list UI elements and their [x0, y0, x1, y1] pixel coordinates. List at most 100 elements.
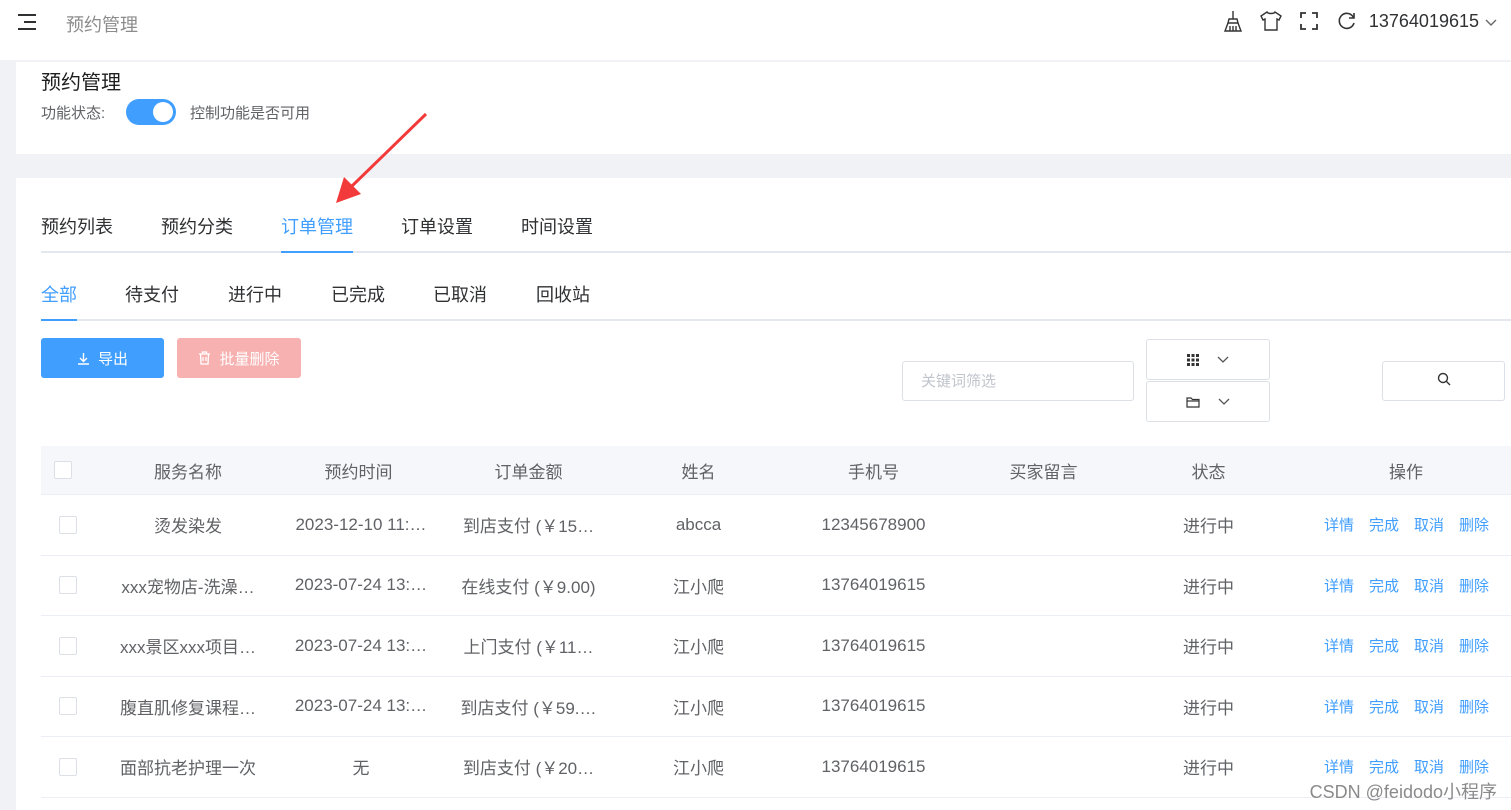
folder-dropdown[interactable]: [1146, 381, 1270, 422]
switch-knob: [153, 102, 173, 122]
customer-name: 江小爬: [673, 577, 724, 597]
fullscreen-icon[interactable]: [1297, 9, 1321, 33]
tab-pending-payment[interactable]: 待支付: [125, 282, 179, 321]
row-checkbox[interactable]: [59, 515, 77, 534]
select-all-checkbox[interactable]: [54, 461, 72, 479]
row-checkbox[interactable]: [59, 576, 77, 595]
detail-link[interactable]: 详情: [1324, 756, 1354, 777]
status-tabs: 全部 待支付 进行中 已完成 已取消 回收站: [41, 282, 1511, 321]
switch-description: 控制功能是否可用: [190, 105, 311, 122]
tab-appointment-list[interactable]: 预约列表: [41, 214, 113, 253]
appointment-time: 2023-12-10 11:…: [295, 514, 427, 534]
detail-link[interactable]: 详情: [1324, 696, 1354, 717]
service-name: 面部抗老护理一次: [120, 759, 256, 779]
column-header: 姓名: [681, 462, 716, 482]
appointment-time: 无: [352, 759, 370, 779]
detail-link[interactable]: 详情: [1324, 635, 1354, 656]
column-header: 预约时间: [324, 462, 393, 482]
table-row: 烫发染发 2023-12-10 11:… 到店支付 (￥15… abcca 12…: [41, 495, 1511, 556]
tab-all[interactable]: 全部: [41, 282, 77, 321]
top-icons: 13764019615: [1207, 9, 1497, 33]
user-menu[interactable]: 13764019615: [1369, 11, 1497, 32]
main-card: 预约列表 预约分类 订单管理 订单设置 时间设置 全部 待支付 进行中 已完成 …: [16, 178, 1511, 810]
cancel-link[interactable]: 取消: [1414, 635, 1444, 656]
phone-number: 13764019615: [821, 575, 926, 595]
column-header: 服务名称: [154, 462, 222, 482]
cancel-link[interactable]: 取消: [1414, 696, 1444, 717]
broom-icon[interactable]: [1221, 9, 1245, 33]
order-amount: 到店支付 (￥59.…: [460, 698, 597, 718]
batch-delete-label: 批量删除: [219, 350, 280, 368]
row-checkbox[interactable]: [59, 697, 77, 716]
row-actions: 详情 完成 取消 删除: [1324, 616, 1511, 676]
export-button[interactable]: 导出: [41, 338, 164, 378]
complete-link[interactable]: 完成: [1369, 635, 1399, 656]
row-checkbox[interactable]: [59, 636, 77, 655]
customer-name: 江小爬: [673, 759, 724, 779]
cancel-link[interactable]: 取消: [1414, 514, 1444, 535]
appointment-time: 2023-07-24 13:…: [294, 696, 428, 716]
column-header: 状态: [1191, 462, 1226, 482]
watermark: CSDN @feidodo小程序: [1309, 782, 1497, 802]
top-bar: 预约管理 13764019615: [0, 0, 1511, 60]
cancel-link[interactable]: 取消: [1414, 575, 1444, 596]
order-amount: 在线支付 (￥9.00): [461, 577, 596, 597]
delete-link[interactable]: 删除: [1459, 514, 1489, 535]
table-row: xxx景区xxx项目… 2023-07-24 13:… 上门支付 (￥11… 江…: [41, 616, 1511, 677]
table-row: 面部抗老护理一次 无 到店支付 (￥20… 江小爬 13764019615 进行…: [41, 737, 1511, 798]
chevron-down-icon: [1218, 398, 1230, 406]
breadcrumb[interactable]: 预约管理: [66, 11, 138, 37]
delete-link[interactable]: 删除: [1459, 696, 1489, 717]
download-icon: [77, 352, 90, 365]
complete-link[interactable]: 完成: [1369, 756, 1399, 777]
orders-table: 服务名称 预约时间 订单金额 姓名 手机号 买家留言 状态 操作 烫发染发 20…: [41, 446, 1511, 798]
tab-cancelled[interactable]: 已取消: [433, 282, 487, 321]
service-name: xxx景区xxx项目…: [120, 638, 256, 658]
row-actions: 详情 完成 取消 删除: [1324, 677, 1511, 737]
page-header-card: 预约管理 功能状态: 控制功能是否可用: [16, 62, 1511, 154]
order-amount: 到店支付 (￥20…: [462, 759, 595, 779]
tab-in-progress[interactable]: 进行中: [228, 282, 282, 321]
menu-toggle-icon[interactable]: [18, 12, 40, 32]
service-name: 腹直肌修复课程…: [120, 698, 256, 718]
service-name: 烫发染发: [154, 517, 222, 537]
tab-time-settings[interactable]: 时间设置: [521, 214, 593, 253]
tab-appointment-category[interactable]: 预约分类: [161, 214, 233, 253]
folder-icon: [1186, 396, 1200, 408]
order-status: 进行中: [1183, 698, 1234, 718]
complete-link[interactable]: 完成: [1369, 514, 1399, 535]
detail-link[interactable]: 详情: [1324, 514, 1354, 535]
delete-link[interactable]: 删除: [1459, 575, 1489, 596]
refresh-icon[interactable]: [1335, 9, 1359, 33]
delete-link[interactable]: 删除: [1459, 635, 1489, 656]
appointment-time: 2023-07-24 13:…: [294, 635, 428, 655]
batch-delete-button[interactable]: 批量删除: [177, 338, 301, 378]
row-checkbox[interactable]: [59, 757, 77, 776]
column-header: 操作: [1389, 462, 1423, 482]
tab-recycle-bin[interactable]: 回收站: [536, 282, 590, 321]
detail-link[interactable]: 详情: [1324, 575, 1354, 596]
phone-number: 13764019615: [821, 756, 926, 776]
keyword-filter-input[interactable]: [902, 361, 1134, 401]
row-actions: 详情 完成 取消 删除: [1324, 495, 1511, 555]
order-status: 进行中: [1183, 638, 1234, 658]
tab-completed[interactable]: 已完成: [331, 282, 385, 321]
complete-link[interactable]: 完成: [1369, 575, 1399, 596]
function-status-label: 功能状态:: [41, 105, 106, 122]
order-amount: 到店支付 (￥15…: [462, 517, 595, 537]
delete-link[interactable]: 删除: [1459, 756, 1489, 777]
main-tabs: 预约列表 预约分类 订单管理 订单设置 时间设置: [41, 214, 1511, 253]
tab-order-management[interactable]: 订单管理: [281, 214, 353, 253]
complete-link[interactable]: 完成: [1369, 696, 1399, 717]
column-layout-dropdown[interactable]: [1146, 339, 1270, 380]
search-button[interactable]: [1382, 361, 1505, 401]
tab-order-settings[interactable]: 订单设置: [401, 214, 473, 253]
user-phone: 13764019615: [1368, 10, 1479, 31]
order-amount: 上门支付 (￥11…: [463, 638, 594, 658]
grid-icon: [1187, 353, 1199, 366]
order-status: 进行中: [1183, 759, 1234, 779]
customer-name: abcca: [675, 514, 722, 534]
cancel-link[interactable]: 取消: [1414, 756, 1444, 777]
function-status-switch[interactable]: [126, 99, 176, 125]
shirt-icon[interactable]: [1259, 9, 1283, 33]
